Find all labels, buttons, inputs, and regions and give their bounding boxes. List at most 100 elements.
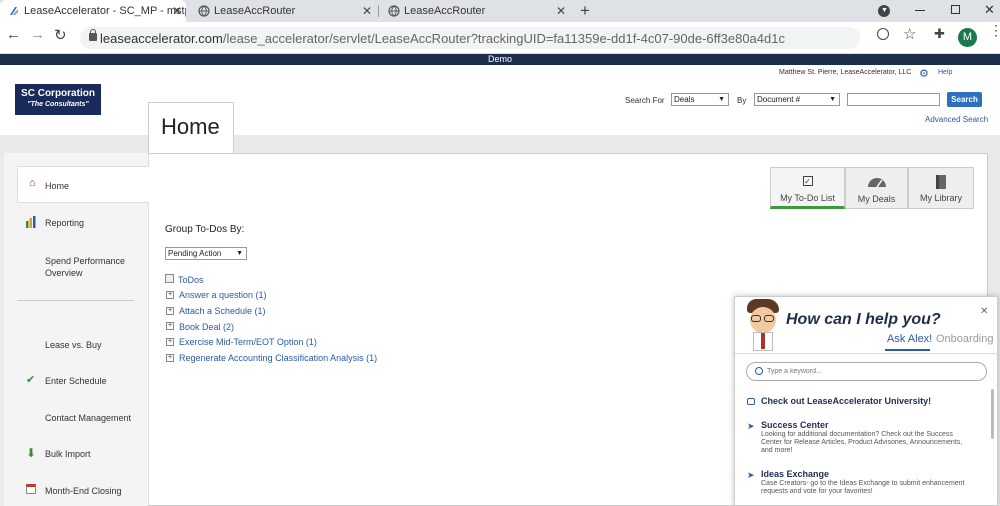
search-for-select[interactable]: Deals ▼ — [671, 93, 729, 106]
success-center-desc: Looking for additional documentation? Ch… — [761, 431, 963, 454]
ideas-exchange-desc: Case Creators- go to the Ideas Exchange … — [761, 480, 965, 495]
todos-root[interactable]: ToDos — [178, 275, 204, 285]
bar-chart-icon — [26, 216, 36, 228]
calendar-icon — [26, 484, 36, 494]
tab-onboarding[interactable]: Onboarding — [936, 333, 994, 345]
logo-tagline: "The Consultants" — [27, 101, 89, 108]
tab-my-deals[interactable]: My Deals — [845, 167, 908, 209]
arrow-cursor-icon: ➤ — [747, 421, 755, 431]
browser-tab-title: LeaseAccelerator - SC_MP - mstp — [24, 5, 186, 17]
restore-icon[interactable] — [951, 5, 960, 14]
tab-ask-alex-underline — [885, 349, 930, 351]
university-link[interactable]: Check out LeaseAccelerator University! — [761, 396, 931, 406]
menu-kebab-icon[interactable]: ⋮ — [989, 23, 1000, 37]
url-host: leaseaccelerator.com — [100, 31, 223, 46]
close-tab-icon[interactable]: ✕ — [556, 0, 566, 22]
new-tab-icon[interactable]: + — [580, 0, 590, 22]
user-name: Matthew St. Pierre, LeaseAccelerator, LL… — [779, 69, 912, 76]
schedule-check-icon: ✔ — [26, 374, 36, 386]
todo-item[interactable]: Exercise Mid-Term/EOT Option (1) — [179, 337, 317, 347]
extensions-icon[interactable]: ✚ — [934, 26, 945, 42]
forward-icon[interactable]: → — [30, 26, 45, 43]
sidebar-item-month-end-closing[interactable]: Month-End Closing — [17, 483, 149, 499]
tab-label: My Deals — [857, 194, 896, 204]
search-button[interactable]: Search — [947, 92, 982, 107]
browser-tab-strip: LeaseAccelerator - SC_MP - mstp ✕ LeaseA… — [0, 0, 1000, 22]
todo-item[interactable]: Attach a Schedule (1) — [179, 306, 266, 316]
todo-item[interactable]: Regenerate Accounting Classification Ana… — [179, 353, 377, 363]
close-tab-icon[interactable]: ✕ — [172, 0, 182, 22]
sidebar-item-enter-schedule[interactable]: ✔ Enter Schedule — [17, 373, 149, 389]
expand-icon[interactable]: + — [166, 307, 174, 315]
expand-icon[interactable]: + — [166, 354, 174, 362]
group-todos-select[interactable]: Pending Action ▼ — [165, 247, 247, 260]
sidebar-item-reporting[interactable]: Reporting — [17, 216, 149, 232]
zoom-icon[interactable] — [877, 28, 889, 40]
search-for-value: Deals — [674, 95, 695, 104]
help-link[interactable]: Help — [938, 69, 952, 76]
help-search-box[interactable] — [746, 362, 987, 381]
sidebar-item-home[interactable]: ⌂ Home — [17, 166, 149, 203]
gauge-icon — [867, 178, 886, 188]
expand-icon[interactable]: + — [166, 291, 174, 299]
sidebar-item-label: Lease vs. Buy — [45, 340, 102, 350]
search-icon — [755, 367, 763, 375]
tab-ask-alex[interactable]: Ask Alex! — [887, 333, 932, 345]
gear-icon[interactable]: ⚙ — [919, 67, 929, 80]
profile-avatar[interactable]: M — [958, 28, 977, 47]
sidebar-item-spend-performance[interactable]: Spend Performance Overview — [17, 253, 149, 281]
advanced-search-link[interactable]: Advanced Search — [925, 115, 988, 124]
bookmark-star-icon[interactable]: ☆ — [903, 25, 916, 43]
sidebar-item-label: Contact Management — [45, 413, 132, 423]
download-arrow-icon: ⬇ — [26, 446, 37, 460]
chevron-down-icon: ▼ — [718, 96, 725, 103]
browser-tab[interactable]: LeaseAccRouter ✕ — [190, 0, 376, 22]
back-icon[interactable]: ← — [6, 26, 21, 43]
chevron-down-icon: ▼ — [236, 250, 243, 257]
logo-company-name: SC Corporation — [21, 88, 95, 99]
sidebar-item-label: Month-End Closing — [45, 486, 122, 496]
house-icon: ⌂ — [29, 177, 36, 189]
url-path: /lease_accelerator/servlet/LeaseAccRoute… — [222, 31, 785, 46]
sidebar-item-lease-vs-buy[interactable]: Lease vs. Buy — [17, 338, 149, 352]
tab-my-library[interactable]: My Library — [908, 167, 974, 209]
tab-my-todo-list[interactable]: ✓ My To-Do List — [770, 167, 845, 209]
sidebar-item-label: Reporting — [45, 218, 85, 228]
search-input[interactable] — [847, 93, 940, 106]
by-label: By — [737, 96, 747, 105]
folder-icon — [165, 274, 174, 283]
company-logo[interactable]: SC Corporation "The Consultants" — [15, 84, 101, 115]
todo-item[interactable]: Book Deal (2) — [179, 322, 234, 332]
expand-icon[interactable]: + — [166, 338, 174, 346]
todo-item[interactable]: Answer a question (1) — [179, 290, 267, 300]
sidebar-item-contact-management[interactable]: Contact Management — [17, 411, 149, 425]
sidebar-item-label: Spend Performance Overview — [45, 256, 126, 278]
group-todos-label: Group To-Dos By: — [165, 224, 245, 235]
browser-tab[interactable]: LeaseAccRouter ✕ — [380, 0, 572, 22]
expand-icon[interactable]: + — [166, 322, 174, 330]
tab-search-icon[interactable]: ▼ — [878, 5, 890, 17]
sidebar-item-label: Home — [45, 181, 70, 191]
close-window-icon[interactable]: ✕ — [984, 2, 995, 18]
browser-tab-active[interactable]: LeaseAccelerator - SC_MP - mstp ✕ — [0, 0, 186, 22]
alex-avatar — [743, 299, 785, 351]
search-by-select[interactable]: Document # ▼ — [754, 93, 840, 106]
sidebar-item-label: Enter Schedule — [45, 376, 107, 386]
checkbox-icon: ✓ — [802, 176, 813, 186]
help-widget-scrollbar[interactable] — [991, 389, 994, 439]
leaseaccelerator-favicon-icon — [10, 7, 18, 15]
arrow-cursor-icon: ➤ — [747, 470, 755, 480]
ideas-exchange-link[interactable]: Ideas Exchange — [761, 469, 829, 479]
help-search-input[interactable] — [767, 365, 977, 378]
help-widget-divider — [735, 353, 999, 354]
sidebar-item-bulk-import[interactable]: ⬇ Bulk Import — [17, 446, 149, 462]
help-widget-title: How can I help you? — [786, 311, 941, 328]
success-center-link[interactable]: Success Center — [761, 420, 829, 430]
close-icon[interactable]: ✕ — [980, 306, 988, 317]
search-by-value: Document # — [757, 95, 801, 104]
sidebar-divider — [17, 300, 134, 301]
minimize-icon[interactable] — [915, 10, 925, 11]
close-tab-icon[interactable]: ✕ — [362, 0, 372, 22]
tab-separator — [378, 5, 379, 17]
reload-icon[interactable]: ↻ — [54, 26, 67, 44]
